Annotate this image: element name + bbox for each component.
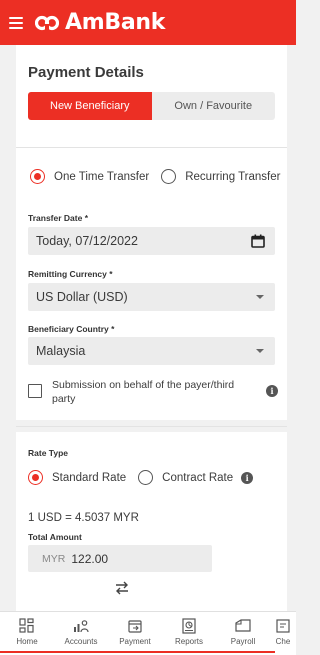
nav-cheque[interactable]: Che (270, 612, 296, 655)
remitting-currency-label: Remitting Currency * (28, 269, 113, 279)
on-behalf-label: Submission on behalf of the payer/third … (52, 379, 235, 405)
nav-payment[interactable]: Payment (108, 612, 162, 655)
scroll-indicator (0, 651, 275, 653)
calendar-icon[interactable] (251, 234, 265, 248)
ambank-logo-mark (35, 15, 59, 31)
remitting-currency-value: US Dollar (USD) (36, 290, 128, 304)
standard-rate-radio[interactable] (28, 470, 43, 485)
tab-new-beneficiary[interactable]: New Beneficiary (28, 92, 152, 120)
section-divider (16, 426, 287, 427)
chevron-down-icon (256, 349, 264, 353)
total-amount-value: 122.00 (71, 551, 109, 566)
rate-type-group: Standard Rate Contract Rate i (28, 470, 254, 485)
nav-payroll-label: Payroll (230, 637, 256, 646)
hamburger-icon[interactable] (9, 16, 23, 29)
accounts-icon (74, 620, 89, 633)
rate-type-title: Rate Type (28, 448, 68, 458)
swap-icon[interactable] (115, 580, 129, 596)
home-icon (19, 618, 34, 633)
one-time-transfer-radio[interactable] (30, 169, 45, 184)
nav-payroll[interactable]: Payroll (216, 612, 270, 655)
rate-section: Rate Type Standard Rate Contract Rate i … (16, 432, 287, 612)
one-time-transfer-label: One Time Transfer (54, 170, 150, 183)
payroll-icon (235, 619, 251, 632)
chevron-down-icon (256, 295, 264, 299)
transfer-form: One Time Transfer Recurring Transfer Tra… (16, 148, 287, 420)
beneficiary-country-select[interactable]: Malaysia (28, 337, 275, 365)
remitting-currency-select[interactable]: US Dollar (USD) (28, 283, 275, 311)
total-amount-field: MYR 122.00 (28, 545, 212, 572)
transfer-date-value: Today, 07/12/2022 (36, 234, 138, 248)
beneficiary-tabs: New Beneficiary Own / Favourite (28, 92, 275, 120)
info-icon[interactable]: i (266, 385, 278, 397)
total-amount-label: Total Amount (28, 532, 82, 542)
nav-accounts[interactable]: Accounts (54, 612, 108, 655)
nav-home-label: Home (16, 637, 38, 646)
transfer-date-label: Transfer Date * (28, 213, 88, 223)
reports-icon (182, 618, 196, 634)
cheque-icon (276, 619, 290, 633)
tab-own-favourite[interactable]: Own / Favourite (151, 92, 275, 120)
exchange-rate-text: 1 USD = 4.5037 MYR (28, 512, 139, 524)
ambank-logo: AmBank (35, 10, 165, 35)
contract-rate-radio[interactable] (138, 470, 154, 485)
total-amount-currency: MYR (42, 552, 66, 565)
nav-accounts-label: Accounts (64, 637, 98, 646)
nav-reports[interactable]: Reports (162, 612, 216, 655)
brand-name: AmBank (65, 10, 166, 35)
transfer-date-field[interactable]: Today, 07/12/2022 (28, 227, 275, 255)
nav-home[interactable]: Home (0, 612, 54, 655)
transfer-type-group: One Time Transfer Recurring Transfer (30, 169, 280, 184)
bottom-navigation: Home Accounts Payment Reports Payroll Ch… (0, 611, 296, 655)
top-app-bar: AmBank (0, 0, 296, 45)
beneficiary-country-label: Beneficiary Country * (28, 324, 115, 334)
beneficiary-country-value: Malaysia (36, 344, 86, 358)
nav-reports-label: Reports (174, 637, 203, 646)
contract-rate-label: Contract Rate (162, 471, 234, 484)
payment-icon (128, 620, 142, 633)
nav-payment-label: Payment (119, 637, 151, 646)
info-icon[interactable]: i (241, 471, 254, 484)
recurring-transfer-radio[interactable] (161, 169, 177, 184)
standard-rate-label: Standard Rate (52, 471, 127, 484)
payment-details-title: Payment Details (28, 64, 144, 81)
on-behalf-checkbox[interactable] (28, 384, 42, 398)
recurring-transfer-label: Recurring Transfer (185, 170, 281, 183)
nav-cheque-label: Che (275, 637, 291, 646)
